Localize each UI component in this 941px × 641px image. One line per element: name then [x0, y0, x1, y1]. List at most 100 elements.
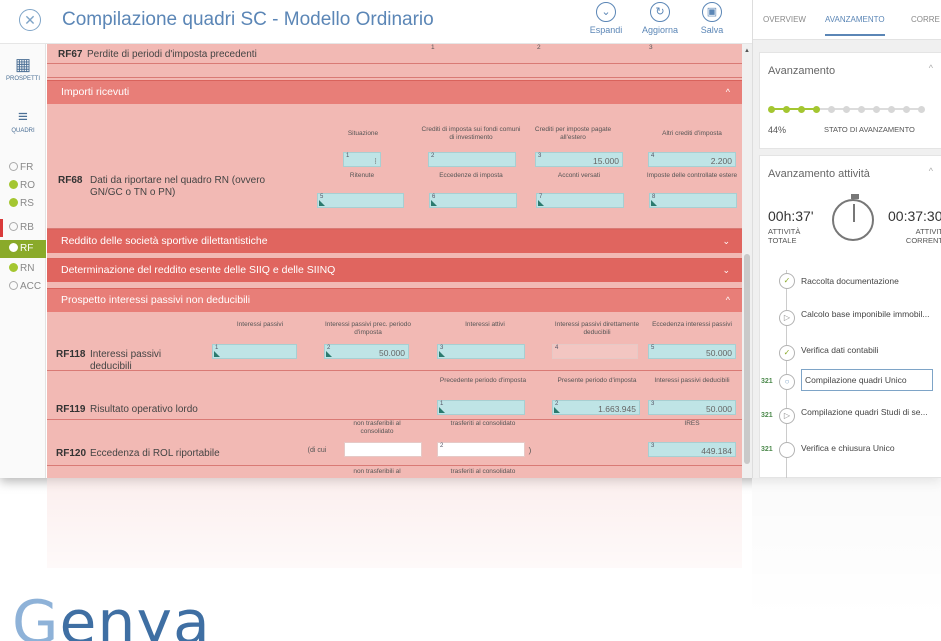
nav-prospetti-label: PROSPETTI — [5, 76, 40, 82]
chevron-up-icon[interactable]: ^ — [929, 63, 933, 73]
total-time: 00h:37' — [768, 208, 814, 224]
step-chiusura[interactable]: 321 Verifica e chiusura Unico — [755, 437, 936, 465]
section-title: Importi ricevuti — [61, 86, 130, 98]
corner-marker-icon — [538, 200, 544, 206]
step-studi[interactable]: 321 ▷ Compilazione quadri Studi di se... — [755, 403, 936, 431]
field-number: 3 — [538, 153, 542, 159]
rol-precedente-field[interactable]: 1 — [437, 400, 525, 415]
close-button[interactable]: ✕ — [19, 9, 41, 31]
nav-item-fr[interactable]: FR — [0, 159, 46, 177]
nav-item-label: FR — [20, 162, 34, 173]
progress-title: Avanzamento — [768, 65, 836, 77]
acconti-field[interactable]: 7 — [536, 193, 624, 208]
rol-ires-field[interactable]: 3 449.184 — [648, 442, 736, 457]
field-label: Crediti per imposte pagate all'estero — [534, 126, 612, 141]
nav-item-label: RS — [20, 198, 34, 209]
right-panel: OVERVIEW AVANZAMENTO CORRE Avanzamento ^… — [752, 0, 941, 478]
chevron-up-icon[interactable]: ^ — [929, 166, 933, 176]
chevron-up-icon: ^ — [725, 87, 730, 97]
step-calcolo[interactable]: ▷ Calcolo base imponibile immobil... — [755, 305, 936, 333]
save-button[interactable]: ▣ Salva — [688, 2, 736, 35]
altri-crediti-field[interactable]: 4 2.200 — [648, 152, 736, 167]
field-label: Altri crediti d'imposta — [662, 130, 722, 137]
interessi-prec-field[interactable]: 2 50.000 — [324, 344, 409, 359]
step-label: Compilazione quadri Studi di se... — [801, 407, 928, 417]
rol-trasferiti-field[interactable]: 2 — [437, 442, 525, 457]
eccedenza-interessi-field[interactable]: 5 50.000 — [648, 344, 736, 359]
field-label: Situazione — [347, 130, 379, 137]
nav-prospetti[interactable]: ▦ PROSPETTI — [0, 56, 46, 83]
row-rf119: RF119 Risultato operativo lordo Preceden… — [47, 371, 742, 420]
field-label: Interessi passivi deducibili — [654, 377, 730, 384]
nav-item-rn[interactable]: RN — [0, 260, 46, 278]
scroll-up-icon[interactable]: ▲ — [744, 48, 750, 54]
imposte-controllate-field[interactable]: 8 — [649, 193, 737, 208]
expand-button[interactable]: ⌄ Espandi — [582, 2, 630, 35]
progress-dot — [783, 106, 790, 113]
tab-overview[interactable]: OVERVIEW — [763, 15, 806, 24]
tab-avanzamento[interactable]: AVANZAMENTO — [825, 15, 885, 36]
rol-non-trasferibili-field[interactable] — [344, 442, 422, 457]
ritenute-field[interactable]: 5 — [317, 193, 404, 208]
progress-dot — [798, 106, 805, 113]
field-label: Presente periodo d'imposta — [557, 377, 637, 384]
nav-item-rf[interactable]: RF — [0, 240, 46, 258]
field-label: Interessi passivi — [236, 321, 284, 328]
situazione-field[interactable]: 1 ⁝ — [343, 152, 381, 167]
check-circle-icon — [9, 263, 18, 272]
scrollbar[interactable]: ▲ — [742, 44, 752, 478]
row-description: Dati da riportare nel quadro RN (ovvero … — [90, 175, 266, 198]
nav-item-rb[interactable]: RB — [0, 219, 46, 237]
corner-marker-icon — [439, 351, 445, 357]
field-label: IRES — [684, 420, 700, 427]
circle-icon: ○ — [779, 374, 795, 390]
nav-quadri[interactable]: ≡ QUADRI — [0, 108, 46, 135]
check-icon: ✓ — [779, 345, 795, 361]
field-number: 5 — [651, 345, 655, 351]
nav-item-rs[interactable]: RS — [0, 195, 46, 213]
current-time-label: ATTIVITÀ CORRENTE — [905, 227, 941, 245]
refresh-button[interactable]: ↻ Aggiorna — [636, 2, 684, 35]
rol-interessi-field[interactable]: 3 50.000 — [648, 400, 736, 415]
corner-marker-icon — [214, 351, 220, 357]
field-label: non trasferibili al — [353, 468, 401, 475]
stopwatch-hand — [853, 204, 855, 222]
application-window: ✕ Compilazione quadri SC - Modello Ordin… — [0, 0, 941, 478]
eccedenze-field[interactable]: 6 — [429, 193, 517, 208]
nav-item-label: RO — [20, 180, 35, 191]
step-label: Verifica e chiusura Unico — [801, 443, 895, 453]
expand-label: Espandi — [589, 25, 623, 35]
header-bar: ✕ Compilazione quadri SC - Modello Ordin… — [0, 0, 752, 44]
crediti-estero-field[interactable]: 3 15.000 — [535, 152, 623, 167]
field-label: Precedente periodo d'imposta — [439, 377, 527, 384]
check-circle-icon — [9, 198, 18, 207]
field-value: 1.663.945 — [598, 404, 636, 414]
step-verifica[interactable]: ✓ Verifica dati contabili — [755, 340, 936, 368]
section-sportive[interactable]: Reddito delle società sportive dilettant… — [47, 229, 742, 253]
nav-item-ro[interactable]: RO — [0, 177, 46, 195]
field-label: Imposte delle controllate estere — [646, 172, 738, 179]
interessi-deducibili-field[interactable]: 4 — [552, 344, 638, 359]
scrollbar-thumb[interactable] — [744, 254, 750, 464]
tab-corre[interactable]: CORRE — [911, 15, 940, 24]
field-value: 15.000 — [593, 156, 619, 166]
interessi-attivi-field[interactable]: 3 — [437, 344, 525, 359]
stepper-icon[interactable]: ⁝ — [374, 156, 377, 167]
section-siiq[interactable]: Determinazione del reddito esente delle … — [47, 258, 742, 282]
crediti-fondi-field[interactable]: 2 — [428, 152, 516, 167]
corner-marker-icon — [651, 200, 657, 206]
interessi-passivi-field[interactable]: 1 — [212, 344, 297, 359]
field-label: Interessi attivi — [465, 321, 505, 328]
progress-dot — [873, 106, 880, 113]
rol-presente-field[interactable]: 2 1.663.945 — [552, 400, 640, 415]
nav-item-acc[interactable]: ACC — [0, 278, 46, 296]
field-number: 1 — [346, 153, 350, 159]
step-flag: 321 — [761, 446, 773, 453]
step-raccolta[interactable]: ✓ Raccolta documentazione — [755, 268, 936, 296]
step-compilazione-unico[interactable]: 321 ○ Compilazione quadri Unico — [755, 369, 936, 397]
right-tabs: OVERVIEW AVANZAMENTO CORRE — [753, 0, 941, 40]
field-number: 1 — [431, 44, 435, 51]
section-importi-ricevuti[interactable]: Importi ricevuti ^ — [47, 80, 742, 104]
section-title: Reddito delle società sportive dilettant… — [61, 235, 268, 247]
section-interessi[interactable]: Prospetto interessi passivi non deducibi… — [47, 288, 742, 312]
